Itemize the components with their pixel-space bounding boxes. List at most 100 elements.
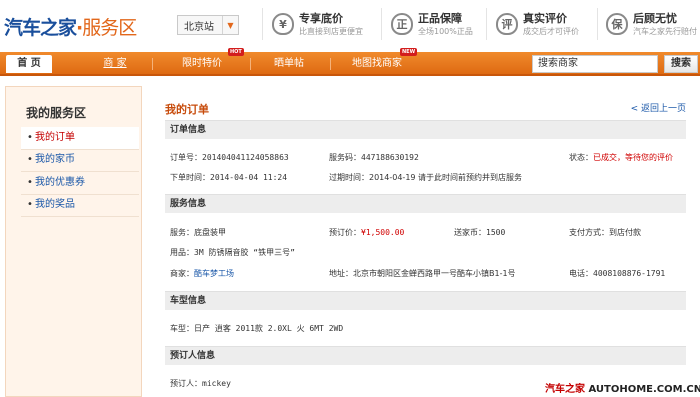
- field-label: 预订价：: [329, 228, 361, 237]
- bullet: •: [27, 132, 33, 143]
- field-label: 服务：: [170, 228, 194, 237]
- field-label: 状态：: [569, 153, 593, 162]
- watermark-site: AUTOHOME.COM.CN: [588, 384, 700, 395]
- promo-subtitle: 全场100%正品: [418, 26, 473, 36]
- order-number: 订单号：201404041124058863: [170, 152, 289, 163]
- field-value: 4008108876-1791: [593, 269, 666, 278]
- promo-title: 后顾无忧: [633, 11, 677, 25]
- sidebar-item-my-coins[interactable]: • 我的家币: [21, 149, 139, 171]
- nav-showcase[interactable]: 晒单帖: [264, 52, 314, 76]
- city-label: 北京站: [184, 21, 214, 33]
- field-label: 预订人：: [170, 379, 202, 388]
- promo-title: 专享底价: [299, 11, 343, 25]
- field-label: 车型：: [170, 324, 194, 333]
- product: 用品：3M 防锈隔音胶 “铁甲三号”: [170, 247, 295, 258]
- promo-divider: [486, 8, 487, 40]
- autohome-logo[interactable]: 汽车之家·服务区: [4, 13, 137, 40]
- logo-brand-text: 汽车之家: [4, 17, 77, 39]
- chevron-down-icon: ▼: [222, 16, 238, 34]
- merchant: 商家：酷车梦工场: [170, 268, 234, 279]
- search-button[interactable]: 搜索: [664, 55, 698, 73]
- city-selector[interactable]: 北京站 ▼: [177, 15, 239, 35]
- sidebar-divider: [21, 216, 139, 217]
- order-time: 下单时间：2014-04-04 11:24: [170, 172, 287, 183]
- search-input[interactable]: 搜索商家: [532, 55, 658, 73]
- nav-flash-sale[interactable]: 限时特价 HOT: [172, 48, 244, 76]
- field-label: 商家：: [170, 269, 194, 278]
- sidebar: 我的服务区 • 我的订单 • 我的家币 • 我的优惠券 • 我的奖品: [5, 86, 142, 397]
- car-model: 车型：日产 逍客 2011款 2.0XL 火 6MT 2WD: [170, 323, 343, 334]
- promo-real-review: 评 真实评价 成交后才可评价: [496, 4, 579, 44]
- booker-name: 预订人：mickey: [170, 378, 231, 389]
- merchant-link[interactable]: 酷车梦工场: [194, 269, 234, 278]
- nav-merchants[interactable]: 商 家: [92, 52, 138, 76]
- review-badge-icon: 评: [496, 13, 518, 35]
- sidebar-item-my-coupons[interactable]: • 我的优惠券: [21, 172, 139, 194]
- field-value: 447188630192: [361, 153, 419, 162]
- nav-map-search[interactable]: 地图找商家 NEW: [344, 48, 418, 76]
- bullet: •: [27, 177, 33, 188]
- promo-title: 正品保障: [418, 11, 462, 25]
- shield-badge-icon: 保: [606, 13, 628, 35]
- section-car-info: 车型信息: [165, 291, 686, 310]
- nav-divider: [152, 58, 153, 70]
- bonus-coins: 送家币：1500: [454, 227, 505, 238]
- section-booker-info: 预订人信息: [165, 346, 686, 365]
- bullet: •: [27, 154, 33, 165]
- section-order-info: 订单信息: [165, 120, 686, 139]
- promo-title: 真实评价: [523, 11, 567, 25]
- field-value: 底盘装甲: [194, 228, 226, 237]
- site-header: 汽车之家·服务区 北京站 ▼ ¥ 专享底价 比直接到店更便宜 正 正品保障 全场…: [0, 0, 700, 52]
- promo-divider: [262, 8, 263, 40]
- field-label: 用品：: [170, 248, 194, 257]
- nav-divider: [330, 58, 331, 70]
- nav-divider: [250, 58, 251, 70]
- field-value: 到店付款: [609, 228, 641, 237]
- sidebar-item-label: 我的奖品: [35, 199, 75, 210]
- field-label: 服务码：: [329, 153, 361, 162]
- logo-service-text: 服务区: [82, 17, 137, 39]
- hot-tag: HOT: [228, 48, 244, 56]
- field-value: 2014-04-04 11:24: [210, 173, 288, 182]
- nav-home[interactable]: 首 页: [6, 55, 52, 73]
- field-label: 过期时间：: [329, 173, 369, 182]
- field-value: mickey: [202, 379, 231, 388]
- nav-flash-sale-label: 限时特价: [182, 58, 222, 69]
- service-name: 服务：底盘装甲: [170, 227, 226, 238]
- expire-time: 过期时间：2014-04-19 请于此时间前预约并到店服务: [329, 172, 522, 183]
- sidebar-title: 我的服务区: [26, 106, 87, 120]
- field-label: 地址：: [329, 269, 353, 278]
- payment-method: 支付方式：到店付款: [569, 227, 641, 238]
- field-label: 送家币：: [454, 228, 486, 237]
- sidebar-item-label: 我的优惠券: [35, 177, 85, 188]
- sidebar-item-label: 我的订单: [35, 132, 75, 143]
- service-code: 服务码：447188630192: [329, 152, 419, 163]
- phone: 电话：4008108876-1791: [569, 268, 665, 279]
- back-link[interactable]: < 返回上一页: [631, 101, 686, 114]
- genuine-badge-icon: 正: [391, 13, 413, 35]
- page-title: 我的订单: [165, 103, 209, 116]
- price-value: ¥1,500.00: [361, 228, 405, 237]
- field-label: 下单时间：: [170, 173, 210, 182]
- field-value: 201404041124058863: [202, 153, 289, 162]
- price-tag-icon: ¥: [272, 13, 294, 35]
- autohome-watermark: 汽车之家 AUTOHOME.COM.CN: [545, 380, 700, 395]
- promo-subtitle: 成交后才可评价: [523, 26, 579, 36]
- field-label: 电话：: [569, 269, 593, 278]
- field-value: 北京市朝阳区金蝉西路甲一号酷车小镇B1-1号: [353, 269, 516, 278]
- bullet: •: [27, 199, 33, 210]
- field-value: 2014-04-19 请于此时间前预约并到店服务: [369, 173, 523, 182]
- status-value: 已成交，等待您的评价: [593, 153, 673, 162]
- sidebar-item-my-prizes[interactable]: • 我的奖品: [21, 194, 139, 216]
- watermark-brand: 汽车之家: [545, 384, 585, 395]
- promo-subtitle: 比直接到店更便宜: [299, 26, 363, 36]
- field-value: 3M 防锈隔音胶 “铁甲三号”: [194, 248, 295, 257]
- promo-subtitle: 汽车之家先行赔付: [633, 26, 697, 36]
- new-tag: NEW: [400, 48, 418, 56]
- sidebar-item-label: 我的家币: [35, 154, 75, 165]
- sidebar-item-my-orders[interactable]: • 我的订单: [21, 127, 139, 149]
- promo-genuine: 正 正品保障 全场100%正品: [391, 4, 473, 44]
- main-nav: 首 页 商 家 限时特价 HOT 晒单帖 地图找商家 NEW 搜索商家 搜索: [0, 48, 700, 76]
- field-value: 1500: [486, 228, 506, 237]
- nav-map-search-label: 地图找商家: [352, 58, 402, 69]
